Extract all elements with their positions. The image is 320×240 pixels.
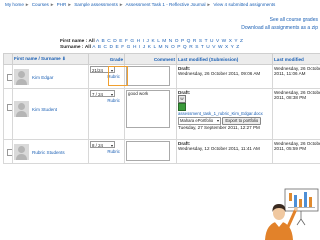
comment-textarea[interactable]: [126, 141, 170, 161]
grade-modified-cell: Wednesday, 26 October 2011, 05:59 PM: [272, 139, 320, 164]
see-all-grades-link[interactable]: See all course grades: [241, 16, 318, 24]
name-column-header[interactable]: First name / Surname ⬇: [12, 53, 89, 65]
student-name-link[interactable]: Kim Edgar: [32, 75, 53, 80]
surname-filter: Surname : All A B C D E F G H I J K L M …: [60, 45, 240, 50]
table-header-row: First name / Surname ⬇ Grade Comment Las…: [3, 53, 320, 65]
breadcrumb-assignment[interactable]: Assessment Task 1 - Reflective Journal: [125, 2, 205, 7]
submission-cell: Draft: W assessment_task_1_rubric_Kim_Ed…: [176, 88, 273, 140]
submission-date: Wednesday, 12 October 2011, 11:41 AM: [178, 146, 260, 151]
submission-date: Tuesday, 27 September 2011, 12:27 PM: [178, 125, 260, 130]
comment-cell: [124, 64, 177, 89]
breadcrumb-home[interactable]: My home: [5, 2, 24, 7]
grade-select[interactable]: 8 / 24: [90, 141, 115, 149]
firstname-filter-letters[interactable]: A B C D E F G H I J K L M N O P Q R S T …: [96, 39, 244, 44]
portfolio-select[interactable]: Mahara ePortfolio: [178, 117, 222, 125]
comment-cell: good work: [124, 88, 177, 140]
breadcrumb-current[interactable]: View 4 submitted assignments: [213, 2, 275, 7]
row-select-cell: [3, 88, 13, 140]
surname-filter-all[interactable]: All: [85, 45, 91, 50]
breadcrumb: My home► Courses► PHR► Sample assessment…: [5, 2, 276, 7]
breadcrumb-courses[interactable]: Courses: [32, 2, 49, 7]
row-checkbox[interactable]: [7, 104, 12, 111]
submission-cell: Draft: Wednesday, 12 October 2011, 11:41…: [176, 139, 273, 164]
grade-modified-time: 2011, 11:06 AM: [274, 71, 306, 76]
breadcrumb-section[interactable]: Sample assessments: [74, 2, 118, 7]
name-cell: Rubric Students: [12, 139, 89, 164]
grading-table: First name / Surname ⬇ Grade Comment Las…: [3, 53, 320, 164]
name-cell: Kim Student: [12, 88, 89, 140]
table-row: Rubric Students 8 / 24 Rubric Draft: Wed…: [3, 139, 320, 164]
surname-filter-letters[interactable]: A B C D E F G H I J K L M N O P Q R S T …: [92, 45, 240, 50]
grade-modified-time: 2011, 05:59 PM: [274, 146, 307, 151]
avatar[interactable]: [14, 101, 29, 117]
rubric-link[interactable]: Rubric: [90, 149, 123, 154]
breadcrumb-course[interactable]: PHR: [57, 2, 67, 7]
avatar[interactable]: [14, 144, 29, 160]
student-name-link[interactable]: Rubric Students: [32, 150, 65, 155]
rubric-link[interactable]: Rubric: [90, 98, 123, 103]
submission-column-header[interactable]: Last modified (Submission): [176, 53, 273, 65]
top-links: See all course grades Download all assig…: [241, 16, 318, 32]
file-icon: [178, 103, 186, 111]
grade-cell: 7 / 24 Rubric: [88, 88, 125, 140]
comment-textarea[interactable]: [126, 66, 170, 86]
presenter-illustration: [265, 188, 319, 240]
row-checkbox[interactable]: [7, 74, 12, 81]
grade-select[interactable]: 7 / 24: [90, 90, 115, 98]
name-cell: Kim Edgar: [12, 64, 89, 89]
table-row: Kim Edgar 21/24 Rubric Draft: Wednesday,…: [3, 64, 320, 89]
student-name-link[interactable]: Kim Student: [32, 107, 57, 112]
grade-modified-time: 2011, 08:38 PM: [274, 95, 307, 100]
surname-filter-label: Surname :: [60, 45, 84, 50]
row-select-cell: [3, 64, 13, 89]
firstname-filter-label: First name :: [60, 39, 88, 44]
row-checkbox[interactable]: [7, 149, 12, 156]
grade-highlight-box: [108, 66, 128, 86]
export-portfolio-button[interactable]: Export to portfolio: [222, 117, 262, 125]
submission-file-link[interactable]: assessment_task_1_rubric_Kim_Edgar.docx: [178, 111, 263, 116]
grade-cell: 8 / 24 Rubric: [88, 139, 125, 164]
firstname-filter-all[interactable]: All: [89, 39, 95, 44]
submission-cell: Draft: Wednesday, 26 October 2011, 09:06…: [176, 64, 273, 89]
firstname-filter: First name : All A B C D E F G H I J K L…: [60, 39, 244, 44]
submission-date: Wednesday, 26 October 2011, 09:06 AM: [178, 71, 261, 76]
grade-column-header[interactable]: Grade: [88, 53, 125, 65]
file-icon: W: [178, 95, 186, 103]
grade-modified-column-header[interactable]: Last modified: [272, 53, 320, 65]
row-select-cell: [3, 139, 13, 164]
download-zip-link[interactable]: Download all assignments as a zip: [241, 24, 318, 32]
table-row: Kim Student 7 / 24 Rubric good work Draf…: [3, 88, 320, 140]
select-header: [3, 53, 13, 65]
grade-modified-cell: Wednesday, 26 October 2011, 11:06 AM: [272, 64, 320, 89]
avatar[interactable]: [14, 69, 29, 85]
grade-modified-cell: Wednesday, 26 October 2011, 08:38 PM: [272, 88, 320, 140]
comment-column-header[interactable]: Comment: [124, 53, 177, 65]
comment-cell: [124, 139, 177, 164]
comment-textarea[interactable]: good work: [126, 90, 170, 128]
